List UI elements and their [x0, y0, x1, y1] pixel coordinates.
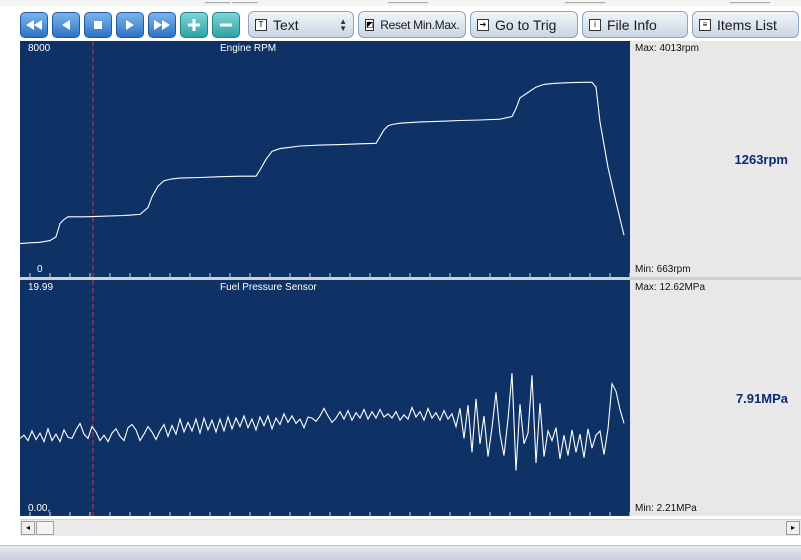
minus-icon	[220, 23, 232, 27]
rpm-value-panel: Max: 4013rpm 1263rpm Min: 663rpm	[630, 41, 801, 277]
items-list-button[interactable]: ≡ Items List	[692, 11, 799, 38]
fast-forward-button[interactable]	[148, 12, 176, 38]
go-to-trig-label: Go to Trig	[495, 16, 557, 33]
file-info-button[interactable]: i File Info	[582, 11, 688, 38]
file-info-label: File Info	[607, 16, 657, 33]
rpm-graph-panel[interactable]: 8000 Engine RPM 0	[20, 41, 630, 277]
fuel-min-readout: Min: 2.21MPa	[635, 503, 697, 514]
reset-min-max-label: Reset Min.Max.	[380, 17, 460, 32]
series-line	[20, 373, 625, 471]
step-back-button[interactable]	[52, 12, 80, 38]
rpm-max-readout: Max: 4013rpm	[635, 43, 699, 54]
fuel-pressure-graph	[20, 280, 630, 516]
horizontal-scrollbar[interactable]: ◂ ▸	[20, 519, 801, 536]
zoom-in-button[interactable]	[180, 12, 208, 38]
text-icon: T	[255, 18, 267, 31]
fuel-y-max-label: 19.99	[28, 282, 54, 293]
rpm-y-min-label: 0	[37, 264, 43, 275]
stop-button[interactable]	[84, 12, 112, 38]
info-icon: i	[589, 18, 601, 31]
play-button[interactable]	[116, 12, 144, 38]
toolbar: T Text ▲ ▼ ◩ Reset Min.Max. ➔ Go to Trig …	[0, 6, 801, 41]
reset-icon: ◩	[365, 18, 375, 31]
step-back-icon	[62, 20, 70, 30]
rewind-icon	[26, 20, 42, 30]
text-select[interactable]: T Text ▲ ▼	[248, 11, 354, 38]
fuel-graph-title: Fuel Pressure Sensor	[220, 282, 317, 293]
text-select-label: Text	[273, 16, 299, 33]
items-list-label: Items List	[717, 16, 777, 33]
status-bar	[0, 545, 801, 560]
fast-forward-icon	[154, 20, 170, 30]
play-icon	[126, 20, 134, 30]
rewind-button[interactable]	[20, 12, 48, 38]
scroll-left-arrow-icon[interactable]: ◂	[21, 521, 35, 535]
rpm-graph	[20, 41, 630, 277]
fuel-value-panel: Max: 12.62MPa 7.91MPa Min: 2.21MPa	[630, 280, 801, 516]
rpm-current-value: 1263rpm	[734, 152, 788, 167]
rpm-min-readout: Min: 663rpm	[635, 264, 691, 275]
zoom-out-button[interactable]	[212, 12, 240, 38]
rpm-graph-title: Engine RPM	[220, 43, 277, 54]
scroll-right-arrow-icon[interactable]: ▸	[786, 521, 800, 535]
fuel-graph-panel[interactable]: 19.99 Fuel Pressure Sensor 0.00,	[20, 280, 630, 516]
plus-icon	[188, 19, 200, 31]
rpm-y-max-label: 8000	[28, 43, 51, 54]
series-line	[20, 81, 625, 245]
list-icon: ≡	[699, 18, 711, 31]
fuel-current-value: 7.91MPa	[735, 391, 788, 406]
fuel-max-readout: Max: 12.62MPa	[635, 282, 706, 293]
stop-icon	[94, 21, 102, 29]
spin-arrows-icon: ▲ ▼	[339, 16, 347, 33]
go-to-trig-button[interactable]: ➔ Go to Trig	[470, 11, 578, 38]
reset-min-max-button[interactable]: ◩ Reset Min.Max.	[358, 11, 466, 38]
fuel-y-min-label: 0.00,	[28, 503, 51, 514]
go-to-trig-icon: ➔	[477, 18, 489, 31]
scroll-thumb[interactable]	[36, 521, 54, 535]
